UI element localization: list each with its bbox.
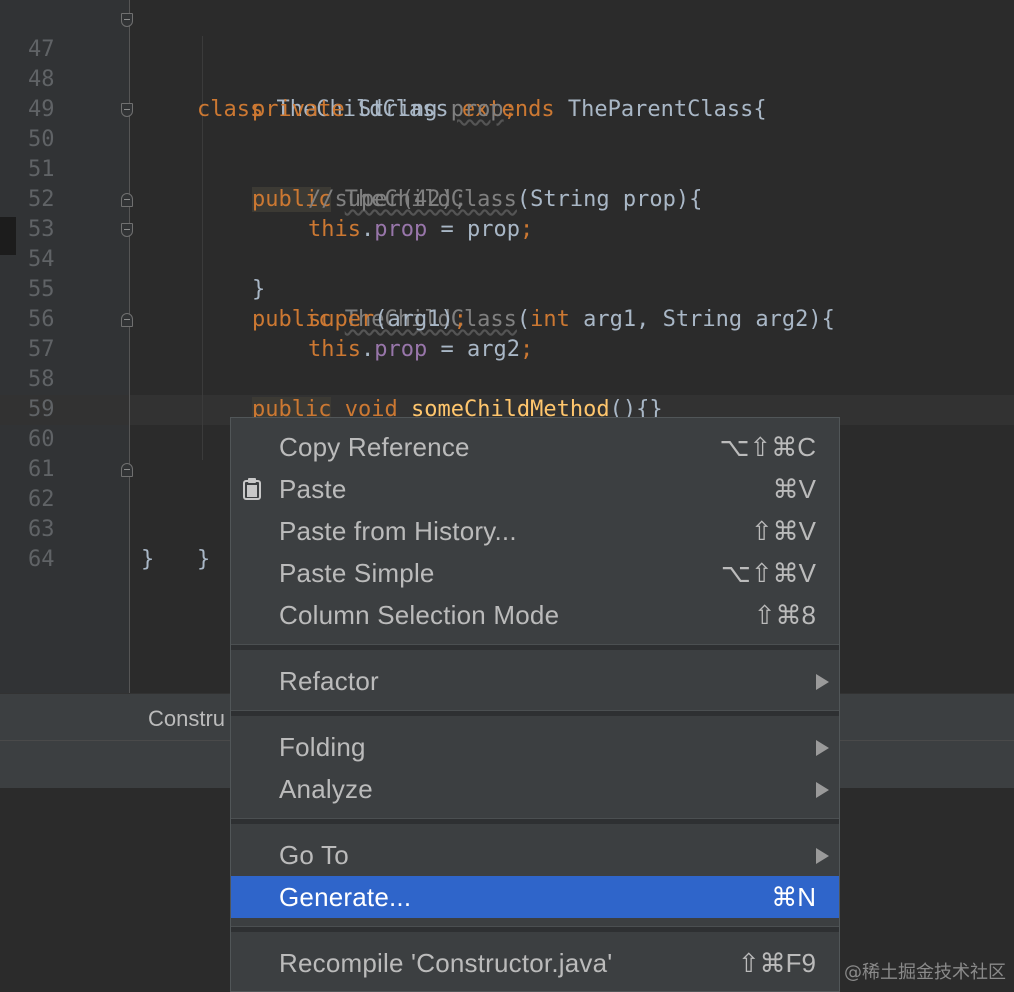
menu-item-recompile[interactable]: Recompile 'Constructor.java' ⇧⌘F9 (231, 942, 839, 984)
code-line[interactable]: 48 private String prop; (0, 35, 1014, 122)
clipboard-icon (243, 478, 261, 500)
shortcut: ⌥⇧⌘C (719, 432, 816, 462)
shortcut: ⌥⇧⌘V (720, 558, 816, 588)
code-line[interactable]: 55 super(arg1); (0, 245, 1014, 332)
menu-separator (231, 710, 839, 716)
shortcut: ⇧⌘F9 (737, 948, 816, 978)
code-line[interactable]: 50 public TheChildClass(String prop){ (0, 95, 1014, 212)
shortcut: ⌘V (772, 474, 816, 504)
code-line[interactable]: 56 this.prop = arg2; (0, 275, 1014, 362)
code-line[interactable]: 47 class TheChildClass extends TheParent… (0, 5, 1014, 122)
submenu-arrow-icon (816, 740, 829, 756)
menu-item-copy-reference[interactable]: Copy Reference ⌥⇧⌘C (231, 426, 839, 468)
code-line[interactable]: 54 public TheChildClass(int arg1, String… (0, 215, 1014, 332)
fold-open-icon[interactable] (121, 13, 133, 27)
menu-item-refactor[interactable]: Refactor (231, 660, 839, 702)
fold-close-icon[interactable] (121, 193, 133, 207)
menu-item-paste-from-history[interactable]: Paste from History... ⇧⌘V (231, 510, 839, 552)
submenu-arrow-icon (816, 674, 829, 690)
code-line[interactable]: 58 public void someChildMethod(){} (0, 335, 1014, 422)
menu-item-column-selection-mode[interactable]: Column Selection Mode ⇧⌘8 (231, 594, 839, 636)
line-number: 64 (28, 547, 55, 572)
shortcut: ⇧⌘V (750, 516, 816, 546)
menu-item-analyze[interactable]: Analyze (231, 768, 839, 810)
fold-open-icon[interactable] (121, 223, 133, 237)
code-line[interactable]: 49 (0, 65, 1014, 122)
menu-item-paste-simple[interactable]: Paste Simple ⌥⇧⌘V (231, 552, 839, 594)
code-line[interactable]: 57 } (0, 305, 1014, 422)
context-menu[interactable]: Copy Reference ⌥⇧⌘C Paste ⌘V Paste from … (230, 417, 840, 992)
menu-item-generate[interactable]: Generate... ⌘N (231, 876, 839, 918)
code-line[interactable]: 53 } (0, 185, 1014, 302)
fold-open-icon[interactable] (121, 103, 133, 117)
code-line[interactable]: 51 //super(42); (0, 125, 1014, 212)
submenu-arrow-icon (816, 848, 829, 864)
menu-item-go-to[interactable]: Go To (231, 834, 839, 876)
file-tab[interactable]: Constru (148, 706, 225, 732)
fold-close-icon[interactable] (121, 463, 133, 477)
code-text: } (141, 547, 155, 572)
menu-separator (231, 644, 839, 650)
menu-item-folding[interactable]: Folding (231, 726, 839, 768)
code-line[interactable]: 59 (0, 365, 1014, 422)
menu-separator (231, 926, 839, 932)
code-line[interactable]: 52 this.prop = prop; (0, 155, 1014, 242)
fold-close-icon[interactable] (121, 313, 133, 327)
menu-separator (231, 818, 839, 824)
code-text: } (197, 547, 211, 572)
menu-item-paste[interactable]: Paste ⌘V (231, 468, 839, 510)
watermark: @稀土掘金技术社区 (844, 962, 1006, 983)
shortcut: ⌘N (771, 882, 816, 912)
shortcut: ⇧⌘8 (753, 600, 816, 630)
submenu-arrow-icon (816, 782, 829, 798)
